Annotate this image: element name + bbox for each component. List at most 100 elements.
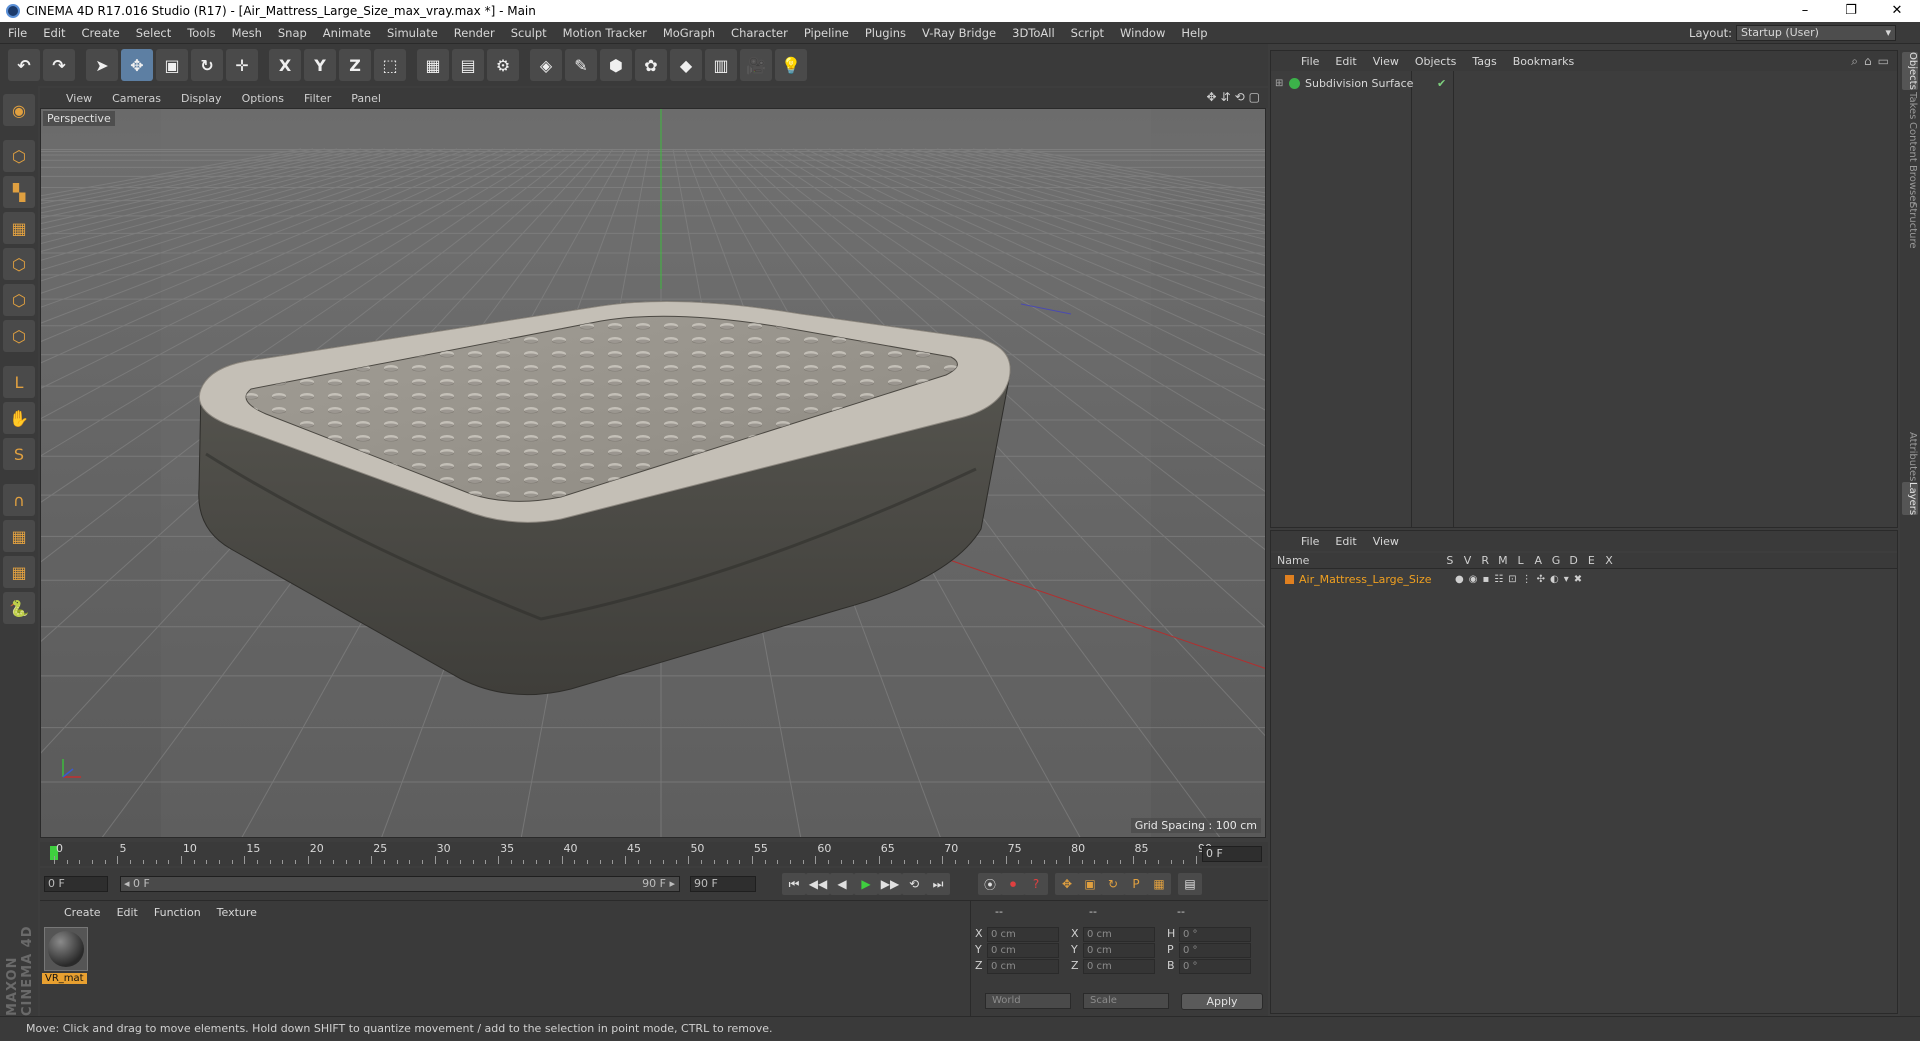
x-axis-icon[interactable]: X — [269, 49, 301, 81]
layer-column-l[interactable]: L — [1512, 554, 1530, 567]
layout-select[interactable]: Startup (User) ▾ — [1736, 25, 1896, 41]
layer-column-e[interactable]: E — [1583, 554, 1601, 567]
object-menu-view[interactable]: View — [1365, 55, 1407, 68]
key-position-icon[interactable]: ✥ — [1055, 873, 1079, 895]
y-axis-icon[interactable]: Y — [304, 49, 336, 81]
floor-icon[interactable]: ▥ — [705, 49, 737, 81]
rotate-icon[interactable]: ↻ — [191, 49, 223, 81]
magnet-icon[interactable]: ∩ — [3, 484, 35, 516]
manager-toggle-icon[interactable]: ☷ — [1494, 574, 1503, 585]
z-axis-icon[interactable]: Z — [339, 49, 371, 81]
coord-system-icon[interactable]: ⬚ — [374, 49, 406, 81]
home-icon[interactable]: ⌂ — [1864, 54, 1872, 69]
minimize-button[interactable]: – — [1782, 0, 1828, 22]
material-name-label[interactable]: VR_mat — [42, 973, 87, 984]
coord-value-field[interactable]: 0 cm — [987, 959, 1059, 974]
cube-icon[interactable]: ◈ — [530, 49, 562, 81]
coord-value-field[interactable]: 0 ° — [1179, 959, 1251, 974]
coord-value-field[interactable]: 0 ° — [1179, 927, 1251, 942]
timeline-window-icon[interactable]: ▤ — [1178, 873, 1202, 895]
layer-menu-view[interactable]: View — [1365, 535, 1407, 548]
search-icon[interactable]: ⌕ — [1851, 54, 1858, 69]
collapse-icon[interactable]: ▭ — [1878, 54, 1889, 69]
layer-column-g[interactable]: G — [1547, 554, 1565, 567]
viewport-menu-panel[interactable]: Panel — [341, 92, 391, 105]
menu-simulate[interactable]: Simulate — [379, 26, 446, 40]
layer-menu-edit[interactable]: Edit — [1327, 535, 1364, 548]
material-thumbnail[interactable] — [44, 927, 88, 971]
coord-value-field[interactable]: 0 cm — [987, 927, 1059, 942]
lock-workplane-icon[interactable]: ▦ — [3, 520, 35, 552]
current-frame-field[interactable]: 0 F — [1202, 846, 1262, 862]
points-mode-icon[interactable]: ⬡ — [3, 248, 35, 280]
scale-icon[interactable]: ▣ — [156, 49, 188, 81]
start-frame-field[interactable]: 0 F — [44, 876, 108, 892]
menu-create[interactable]: Create — [74, 26, 128, 40]
menu-motion-tracker[interactable]: Motion Tracker — [555, 26, 655, 40]
side-tab-content-browser[interactable]: Content Browser — [1902, 122, 1918, 205]
deformer-icon[interactable]: ◆ — [670, 49, 702, 81]
keyframe-help-icon[interactable]: ? — [1024, 873, 1048, 895]
viewport-menu-options[interactable]: Options — [232, 92, 294, 105]
texture-mode-icon[interactable]: ▚ — [3, 176, 35, 208]
menu-character[interactable]: Character — [723, 26, 796, 40]
key-pla-icon[interactable]: ▦ — [1147, 873, 1171, 895]
menu-script[interactable]: Script — [1063, 26, 1112, 40]
viewport-zoom-icon[interactable]: ⇵ — [1221, 90, 1231, 104]
deformers-toggle-icon[interactable]: ◐ — [1550, 574, 1559, 585]
menu-render[interactable]: Render — [446, 26, 503, 40]
material-menu-create[interactable]: Create — [56, 906, 109, 919]
layer-menu-file[interactable]: File — [1293, 535, 1327, 548]
layer-column-r[interactable]: R — [1476, 554, 1494, 567]
go-to-start-icon[interactable]: ⏮ — [782, 873, 806, 895]
xref-toggle-icon[interactable]: ✖ — [1574, 574, 1582, 585]
record-active-icon[interactable]: ⦿ — [978, 873, 1002, 895]
generators-toggle-icon[interactable]: ✣ — [1537, 574, 1545, 585]
pen-icon[interactable]: ✎ — [565, 49, 597, 81]
animation-toggle-icon[interactable]: ⋮ — [1522, 574, 1532, 585]
next-frame-icon[interactable]: ▶▶ — [878, 873, 902, 895]
object-menu-edit[interactable]: Edit — [1327, 55, 1364, 68]
viewport-menu-filter[interactable]: Filter — [294, 92, 341, 105]
object-menu-tags[interactable]: Tags — [1464, 55, 1504, 68]
go-to-end-icon[interactable]: ⏭ — [926, 873, 950, 895]
coord-value-field[interactable]: 0 cm — [987, 943, 1059, 958]
apply-button[interactable]: Apply — [1181, 993, 1263, 1010]
layer-row[interactable]: Air_Mattress_Large_Size ● ◉ ▪ ☷ ⊡ ⋮ ✣ ◐ … — [1271, 571, 1897, 587]
expand-icon[interactable]: ⊞ — [1275, 78, 1285, 89]
move-icon[interactable]: ✥ — [121, 49, 153, 81]
layer-column-x[interactable]: X — [1600, 554, 1618, 567]
workplane-icon[interactable]: ▦ — [3, 212, 35, 244]
prev-key-icon[interactable]: ◀◀ — [806, 873, 830, 895]
layer-column-s[interactable]: S — [1441, 554, 1459, 567]
redo-icon[interactable]: ↷ — [43, 49, 75, 81]
coord-world-dropdown[interactable]: World — [985, 993, 1071, 1009]
planar-workplane-icon[interactable]: ▦ — [3, 556, 35, 588]
tweak-icon[interactable]: ✋ — [3, 402, 35, 434]
menu-edit[interactable]: Edit — [35, 26, 73, 40]
menu-pipeline[interactable]: Pipeline — [796, 26, 857, 40]
restore-button[interactable]: ❐ — [1828, 0, 1874, 22]
make-editable-icon[interactable]: ◉ — [3, 94, 35, 126]
object-row[interactable]: ⊞ Subdivision Surface ✔ — [1275, 75, 1895, 92]
menu-file[interactable]: File — [0, 26, 35, 40]
autokey-icon[interactable]: ⏺ — [1001, 873, 1025, 895]
axis-mode-icon[interactable]: L — [3, 366, 35, 398]
visible-toggle-icon[interactable]: ◉ — [1469, 574, 1478, 585]
timeline-ruler[interactable]: 051015202530354045505560657075808590 0 F — [40, 842, 1268, 866]
model-mode-icon[interactable]: ⬡ — [3, 140, 35, 172]
side-tab-structure[interactable]: Structure — [1902, 202, 1918, 249]
render-settings-icon[interactable]: ⚙ — [487, 49, 519, 81]
undo-icon[interactable]: ↶ — [8, 49, 40, 81]
menu-help[interactable]: Help — [1173, 26, 1215, 40]
layer-column-a[interactable]: A — [1529, 554, 1547, 567]
solo-toggle-icon[interactable]: ● — [1455, 574, 1464, 585]
key-rotation-icon[interactable]: ↻ — [1101, 873, 1125, 895]
frame-range-slider[interactable]: ◂ 0 F 90 F ▸ — [120, 876, 680, 892]
menu-v-ray-bridge[interactable]: V-Ray Bridge — [914, 26, 1004, 40]
camera-icon[interactable]: 🎥 — [740, 49, 772, 81]
material-menu-function[interactable]: Function — [146, 906, 209, 919]
loop-icon[interactable]: ⟲ — [902, 873, 926, 895]
menu-tools[interactable]: Tools — [179, 26, 223, 40]
polygons-mode-icon[interactable]: ⬡ — [3, 320, 35, 352]
